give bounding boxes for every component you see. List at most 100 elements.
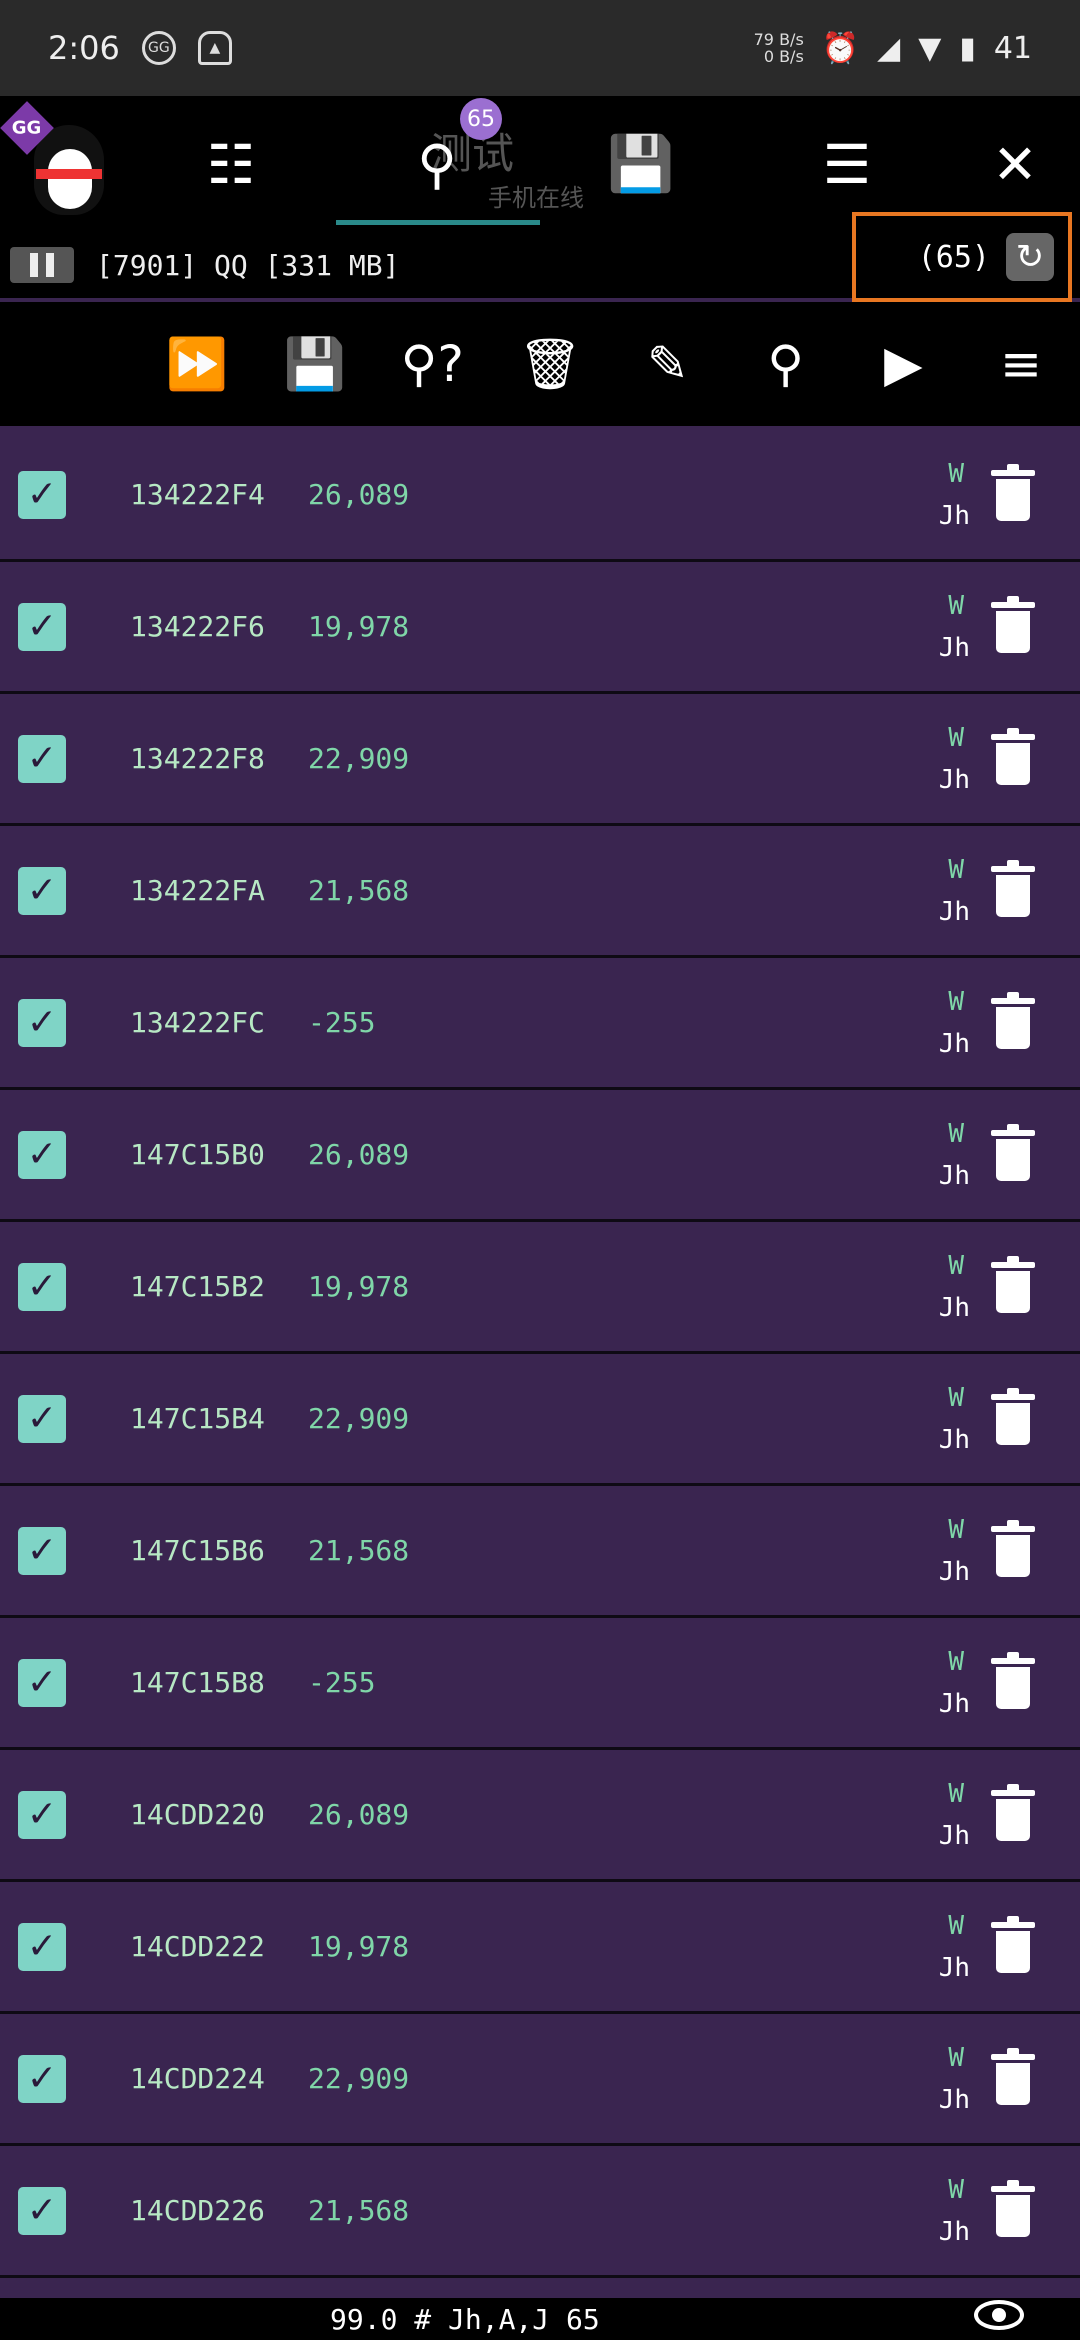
sliders-icon[interactable]: ☷ [176,96,286,232]
row-type: W Jh [900,1905,970,1989]
result-count: (65) [917,239,990,275]
row-checkbox[interactable]: ✓ [18,866,66,915]
table-row[interactable]: ✓ 134222F4 26,089 W Jh [0,430,1080,562]
row-checkbox[interactable]: ✓ [18,1130,66,1179]
row-value[interactable]: -255 [308,1666,375,1699]
row-address: 134222F6 [130,610,265,643]
row-value[interactable]: 21,568 [308,874,409,907]
row-type-w: W [948,1250,964,1281]
row-type-jh: Jh [938,500,970,531]
table-row[interactable]: ✓ 134222FA 21,568 W Jh [0,826,1080,958]
row-type: W Jh [900,453,970,537]
delete-row-icon[interactable] [991,464,1035,522]
delete-row-icon[interactable] [991,596,1035,654]
row-type: W Jh [900,2169,970,2253]
row-type-jh: Jh [938,1028,970,1059]
table-row[interactable]: ✓ 14CDD222 19,978 W Jh [0,1882,1080,2014]
row-checkbox[interactable]: ✓ [18,1394,66,1443]
table-row[interactable]: ✓ 134222FC -255 W Jh [0,958,1080,1090]
save-icon[interactable]: 💾 [586,96,696,232]
row-checkbox[interactable]: ✓ [18,2054,66,2103]
result-count-area: (65) ↻ [852,212,1072,302]
row-type-w: W [948,590,964,621]
edit-icon[interactable]: ✎ [609,324,727,404]
play-icon[interactable]: ▶ [845,324,963,404]
row-type-w: W [948,1910,964,1941]
delete-row-icon[interactable] [991,728,1035,786]
wifi-icon: ▼ [918,30,942,66]
row-checkbox[interactable]: ✓ [18,1262,66,1311]
table-row[interactable]: ✓ 14CDD226 21,568 W Jh [0,2146,1080,2278]
delete-row-icon[interactable] [991,1652,1035,1710]
row-value[interactable]: 19,978 [308,1270,409,1303]
row-checkbox[interactable]: ✓ [18,1790,66,1839]
delete-row-icon[interactable] [991,1388,1035,1446]
table-row[interactable]: ✓ 147C15B6 21,568 W Jh [0,1486,1080,1618]
delete-row-icon[interactable] [991,1916,1035,1974]
delete-row-icon[interactable] [991,2048,1035,2106]
row-address: 14CDD222 [130,1930,265,1963]
delete-row-icon[interactable] [991,992,1035,1050]
delete-row-icon[interactable] [991,2180,1035,2238]
row-address: 147C15B4 [130,1402,265,1435]
row-checkbox[interactable]: ✓ [18,734,66,783]
table-row[interactable]: ✓ 14CDD224 22,909 W Jh [0,2014,1080,2146]
row-checkbox[interactable]: ✓ [18,1658,66,1707]
row-value[interactable]: 21,568 [308,2194,409,2227]
result-count-badge: 65 [460,98,502,140]
row-type: W Jh [900,2037,970,2121]
fast-forward-icon[interactable]: ⏩ [138,324,256,404]
row-value[interactable]: 26,089 [308,1798,409,1831]
row-checkbox[interactable]: ✓ [18,1526,66,1575]
row-type-w: W [948,1514,964,1545]
save-list-icon[interactable]: 💾 [256,324,374,404]
row-checkbox[interactable]: ✓ [18,998,66,1047]
delete-row-icon[interactable] [991,1124,1035,1182]
gg-logo-icon[interactable]: GG [0,101,118,219]
row-value[interactable]: -255 [308,1006,375,1039]
table-row[interactable]: ✓ 134222F6 19,978 W Jh [0,562,1080,694]
delete-row-icon[interactable] [991,1784,1035,1842]
table-row[interactable]: ✓ 147C15B0 26,089 W Jh [0,1090,1080,1222]
row-type-w: W [948,1382,964,1413]
gg-status-icon: GG [141,31,176,65]
table-row[interactable]: ✓ 147C15B8 -255 W Jh [0,1618,1080,1750]
row-checkbox[interactable]: ✓ [18,602,66,651]
menu-icon[interactable]: ≡ [962,324,1080,404]
eye-icon[interactable] [974,2300,1024,2330]
row-address: 134222F8 [130,742,265,775]
row-type-w: W [948,1646,964,1677]
row-type-jh: Jh [938,1556,970,1587]
table-row[interactable]: ✓ 147C15B2 19,978 W Jh [0,1222,1080,1354]
row-value[interactable]: 26,089 [308,478,409,511]
row-value[interactable]: 26,089 [308,1138,409,1171]
row-address: 147C15B8 [130,1666,265,1699]
table-row[interactable]: ✓ 134222F8 22,909 W Jh [0,694,1080,826]
search-question-icon[interactable]: ⚲? [374,324,492,404]
row-value[interactable]: 22,909 [308,2062,409,2095]
trash-icon[interactable]: 🗑 [491,324,609,404]
row-address: 147C15B0 [130,1138,265,1171]
row-value[interactable]: 21,568 [308,1534,409,1567]
search-icon[interactable]: ⚲ [727,324,845,404]
row-type-jh: Jh [938,764,970,795]
row-checkbox[interactable]: ✓ [18,2186,66,2235]
delete-row-icon[interactable] [991,1256,1035,1314]
row-type-w: W [948,986,964,1017]
delete-row-icon[interactable] [991,1520,1035,1578]
row-value[interactable]: 22,909 [308,742,409,775]
table-row[interactable]: ✓ 14CDD220 26,089 W Jh [0,1750,1080,1882]
row-type: W Jh [900,1377,970,1461]
row-value[interactable]: 22,909 [308,1402,409,1435]
refresh-icon[interactable]: ↻ [1006,233,1054,281]
table-row[interactable]: ✓ 147C15B4 22,909 W Jh [0,1354,1080,1486]
row-checkbox[interactable]: ✓ [18,1922,66,1971]
row-checkbox[interactable]: ✓ [18,470,66,519]
ghost-subtitle: 手机在线 [488,184,584,212]
row-value[interactable]: 19,978 [308,1930,409,1963]
pause-button[interactable] [10,247,74,283]
delete-row-icon[interactable] [991,860,1035,918]
battery-icon: ▮ [959,30,976,66]
row-value[interactable]: 19,978 [308,610,409,643]
action-toolbar: ⏩ 💾 ⚲? 🗑 ✎ ⚲ ▶ ≡ [0,302,1080,426]
